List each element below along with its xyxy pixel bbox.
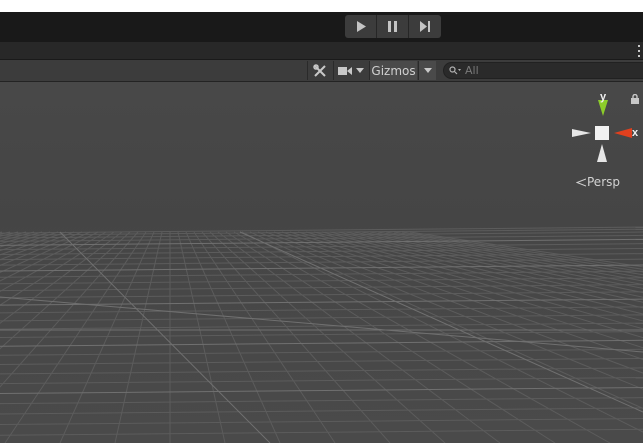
scene-viewport[interactable]: y x Persp [0, 82, 643, 443]
tools-button[interactable] [307, 61, 332, 80]
orientation-gizmo[interactable]: y x [566, 92, 642, 168]
pause-icon [388, 21, 397, 32]
gizmos-button[interactable]: Gizmos [369, 61, 417, 80]
gizmos-dropdown[interactable] [418, 61, 436, 80]
play-toolbar [0, 12, 643, 42]
chevron-down-icon [423, 68, 432, 73]
axis-y-label: y [600, 92, 607, 103]
scene-view-toolbar: Gizmos All [0, 60, 643, 82]
search-icon [449, 66, 461, 75]
grid [0, 226, 643, 443]
view-mode-label: Persp [587, 175, 620, 189]
perspective-icon [576, 178, 586, 186]
pause-button[interactable] [377, 15, 409, 38]
center-cube[interactable] [595, 126, 609, 140]
search-input[interactable]: All [443, 62, 643, 79]
axis-x-cone[interactable] [614, 128, 632, 138]
view-mode-toggle[interactable]: Persp [576, 175, 620, 189]
search-placeholder: All [465, 64, 479, 77]
tools-icon [313, 63, 326, 77]
step-button[interactable] [409, 15, 441, 38]
play-button[interactable] [345, 15, 377, 38]
scene-tab-bar [0, 42, 643, 60]
axis-neg-z-cone[interactable] [597, 144, 607, 162]
play-icon [356, 21, 366, 32]
camera-icon [338, 66, 352, 75]
step-icon [419, 21, 430, 32]
axis-x-label: x [632, 127, 639, 139]
more-options-icon[interactable] [637, 45, 641, 57]
scene-editor-window: Gizmos All y x Persp [0, 0, 643, 443]
play-controls [345, 15, 441, 38]
camera-button[interactable] [333, 61, 368, 80]
title-strip [0, 0, 643, 12]
axis-neg-x-cone[interactable] [572, 129, 591, 137]
chevron-down-icon [356, 68, 364, 73]
